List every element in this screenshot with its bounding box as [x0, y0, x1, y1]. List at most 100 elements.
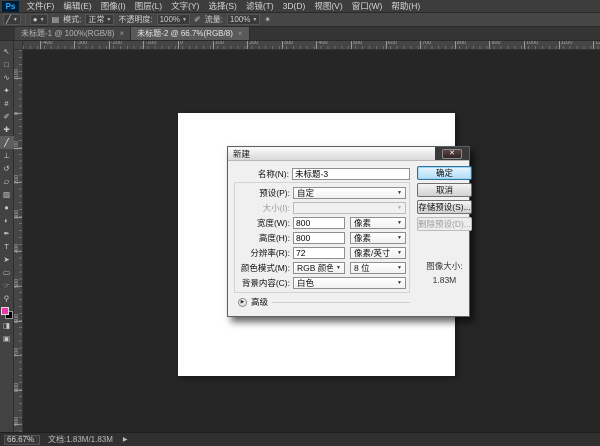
opacity-value: 100%: [160, 15, 180, 24]
preset-value: 自定: [297, 187, 394, 199]
menu-bar: Ps 文件(F)编辑(E)图像(I)图层(L)文字(Y)选择(S)滤镜(T)3D…: [0, 0, 600, 13]
clone-stamp-tool[interactable]: ⊥: [0, 149, 14, 162]
tab-close-icon[interactable]: ×: [238, 29, 243, 38]
history-brush-tool[interactable]: ↺: [0, 162, 14, 175]
chevron-down-icon: ▼: [397, 190, 402, 196]
width-input[interactable]: [293, 217, 345, 229]
preset-row: 预设(P): 自定 ▼: [235, 185, 406, 200]
tools-panel: ↖□∿✦#✐✚╱⊥↺▱▨●◐✒T➤▭☞⚲ ◨▣: [0, 41, 14, 432]
horizontal-ruler[interactable]: -400-300-200-100010020030040050060070080…: [23, 41, 600, 50]
save-preset-button[interactable]: 存储预设(S)...: [417, 200, 472, 214]
ruler-tick-label: -200: [111, 41, 122, 46]
blend-mode-dropdown[interactable]: 正常 ▼: [85, 14, 114, 25]
vertical-ruler[interactable]: -1000100200300400500600700800900: [14, 50, 23, 432]
status-popup-arrow-icon[interactable]: ▶: [123, 436, 128, 443]
bit-depth-dropdown[interactable]: 8 位 ▼: [350, 262, 406, 274]
document-tab-1[interactable]: 未标题-1 @ 100%(RGB/8) ×: [15, 27, 131, 40]
type-tool[interactable]: T: [0, 240, 14, 253]
brush-tool[interactable]: ╱: [0, 136, 14, 149]
ruler-tick-label: 400: [318, 41, 327, 46]
dialog-title: 新建: [228, 148, 435, 160]
height-input[interactable]: [293, 232, 345, 244]
zoom-level-field[interactable]: 66.67%: [4, 435, 40, 445]
ruler-tick: [178, 41, 179, 49]
menu-item-3[interactable]: 图像(I): [96, 0, 130, 12]
blur-tool[interactable]: ●: [0, 201, 14, 214]
menu-item-10[interactable]: 窗口(W): [347, 0, 387, 12]
opacity-dropdown[interactable]: 100% ▼: [157, 14, 190, 25]
close-icon[interactable]: ✕: [442, 149, 462, 159]
resolution-unit-dropdown[interactable]: 像素/英寸 ▼: [350, 247, 406, 259]
ruler-tick-label: 100: [215, 41, 224, 46]
ok-button[interactable]: 确定: [417, 166, 472, 180]
menu-item-2[interactable]: 编辑(E): [59, 0, 96, 12]
document-tab-2[interactable]: 未标题-2 @ 66.7%(RGB/8) ×: [131, 27, 249, 40]
ruler-tick-label: 1200: [595, 41, 600, 46]
menu-item-11[interactable]: 帮助(H): [387, 0, 425, 12]
dialog-title-bar[interactable]: 新建 ✕: [228, 147, 469, 161]
foreground-color-swatch[interactable]: [1, 307, 9, 315]
image-size-value: 1.83M: [417, 274, 472, 288]
tab-title: 未标题-2 @ 66.7%(RGB/8): [137, 28, 233, 39]
ruler-tick: [420, 41, 421, 49]
screen-mode-button[interactable]: ▣: [0, 332, 14, 345]
status-bar: 66.67% 文档:1.83M/1.83M ▶: [0, 432, 600, 446]
advanced-section: ▶ 高级: [234, 295, 410, 309]
marquee-tool[interactable]: □: [0, 58, 14, 71]
height-label: 高度(H):: [235, 232, 293, 244]
image-size-label: 图像大小:: [417, 260, 472, 274]
ruler-tick: [559, 41, 560, 49]
menu-item-7[interactable]: 滤镜(T): [241, 0, 278, 12]
crop-tool[interactable]: #: [0, 97, 14, 110]
tool-preset-picker[interactable]: ╱ ▼: [3, 14, 21, 25]
pen-pressure-opacity-icon[interactable]: ✐: [194, 15, 201, 24]
dodge-tool[interactable]: ◐: [0, 214, 14, 227]
menu-item-5[interactable]: 文字(Y): [167, 0, 204, 12]
menu-item-1[interactable]: 文件(F): [22, 0, 59, 12]
menu-item-4[interactable]: 图层(L): [130, 0, 166, 12]
background-dropdown[interactable]: 白色 ▼: [293, 277, 406, 289]
width-unit-dropdown[interactable]: 像素 ▼: [350, 217, 406, 229]
width-label: 宽度(W):: [235, 217, 293, 229]
brush-preset-picker[interactable]: ● ▼: [30, 14, 48, 25]
background-value: 白色: [297, 277, 394, 289]
airbrush-icon[interactable]: ✴: [264, 15, 271, 24]
color-swatches: [1, 307, 13, 319]
menu-item-6[interactable]: 选择(S): [204, 0, 241, 12]
ruler-tick-label: 900: [491, 41, 500, 46]
healing-brush-tool[interactable]: ✚: [0, 123, 14, 136]
toggle-brush-panel-icon[interactable]: ▤: [52, 15, 60, 24]
quick-selection-tool[interactable]: ✦: [0, 84, 14, 97]
shape-tool[interactable]: ▭: [0, 266, 14, 279]
move-tool[interactable]: ↖: [0, 45, 14, 58]
advanced-expander-icon[interactable]: ▶: [238, 298, 247, 307]
pen-tool[interactable]: ✒: [0, 227, 14, 240]
cancel-button[interactable]: 取消: [417, 183, 472, 197]
tab-title: 未标题-1 @ 100%(RGB/8): [21, 28, 114, 39]
size-dropdown: ▼: [293, 202, 406, 214]
name-input[interactable]: [292, 168, 410, 180]
tab-close-icon[interactable]: ×: [119, 29, 124, 38]
color-mode-label: 颜色模式(M):: [235, 262, 293, 274]
ruler-tick-label: -100: [145, 41, 156, 46]
preset-dropdown[interactable]: 自定 ▼: [293, 187, 406, 199]
eraser-tool[interactable]: ▱: [0, 175, 14, 188]
menu-item-9[interactable]: 视图(V): [310, 0, 347, 12]
flow-dropdown[interactable]: 100% ▼: [227, 14, 260, 25]
ruler-tick-label: -300: [76, 41, 87, 46]
lasso-tool[interactable]: ∿: [0, 71, 14, 84]
ruler-tick-label: 900: [14, 417, 20, 426]
resolution-row: 分辨率(R): 像素/英寸 ▼: [235, 245, 406, 260]
height-unit-dropdown[interactable]: 像素 ▼: [350, 232, 406, 244]
eyedropper-tool[interactable]: ✐: [0, 110, 14, 123]
quick-mask-button[interactable]: ◨: [0, 319, 14, 332]
hand-tool[interactable]: ☞: [0, 279, 14, 292]
chevron-down-icon: ▼: [397, 235, 402, 241]
gradient-tool[interactable]: ▨: [0, 188, 14, 201]
zoom-tool[interactable]: ⚲: [0, 292, 14, 305]
ruler-tick: [282, 41, 283, 49]
color-mode-dropdown[interactable]: RGB 颜色 ▼: [293, 262, 345, 274]
path-selection-tool[interactable]: ➤: [0, 253, 14, 266]
resolution-input[interactable]: [293, 247, 345, 259]
menu-item-8[interactable]: 3D(D): [278, 0, 310, 12]
